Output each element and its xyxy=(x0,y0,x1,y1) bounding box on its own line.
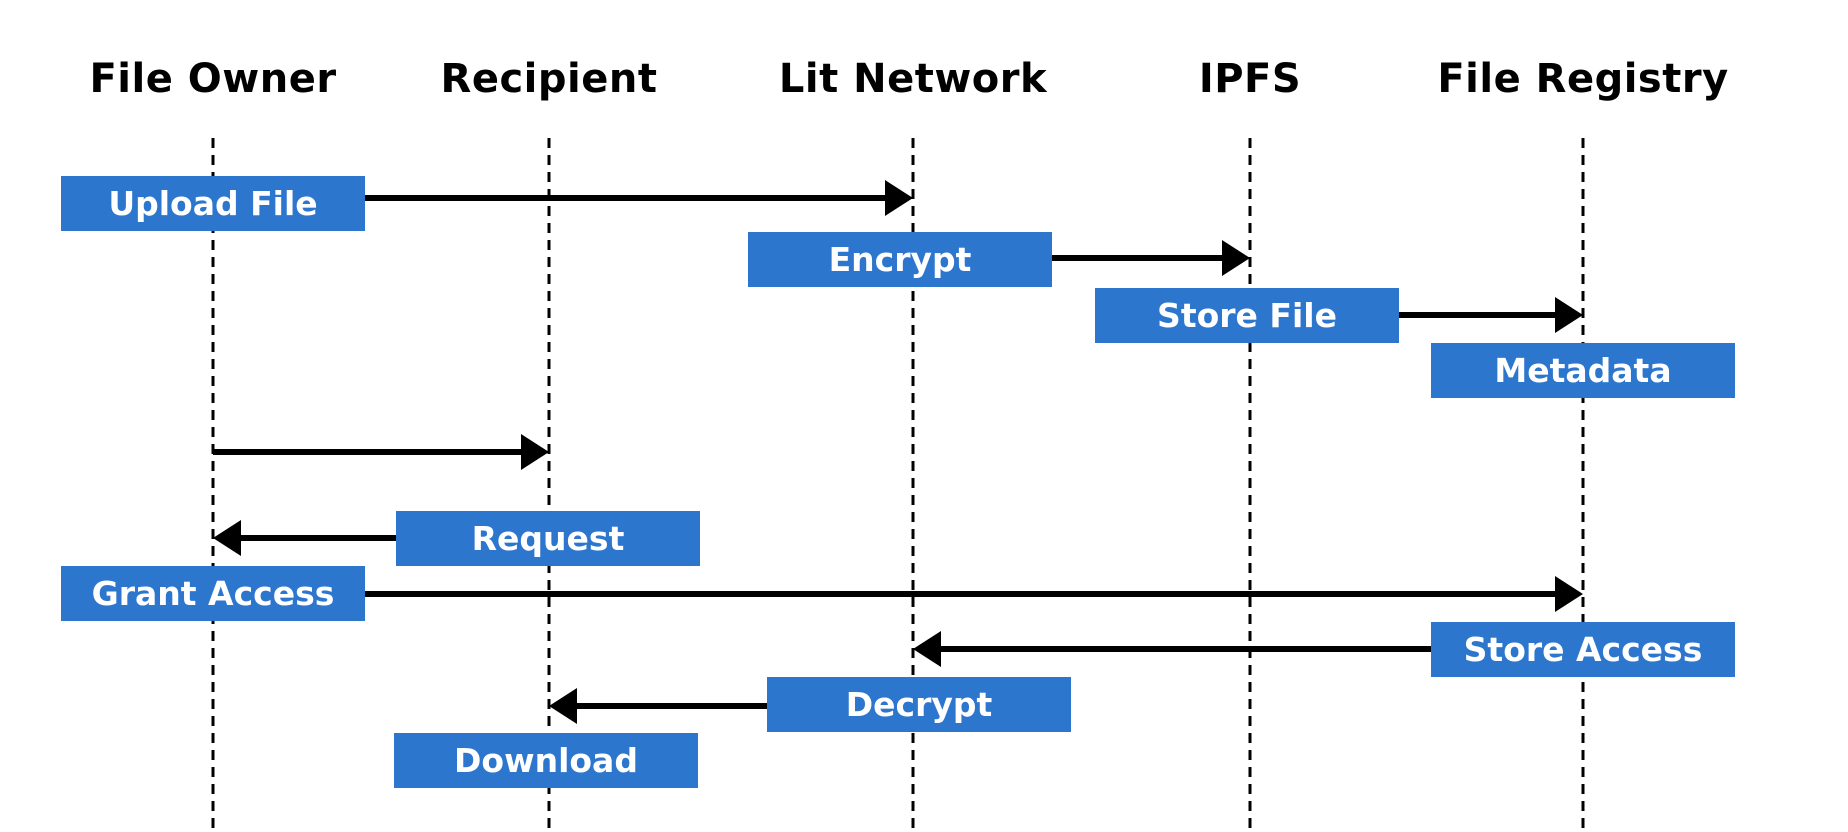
step-upload-file: Upload File xyxy=(61,176,365,231)
arrowhead-left-icon xyxy=(213,520,241,556)
step-decrypt: Decrypt xyxy=(767,677,1071,732)
arrowhead-left-icon xyxy=(913,631,941,667)
arrowhead-right-icon xyxy=(1555,576,1583,612)
step-grant-access: Grant Access xyxy=(61,566,365,621)
step-store-file: Store File xyxy=(1095,288,1399,343)
step-store-access: Store Access xyxy=(1431,622,1735,677)
sequence-diagram: File Owner Recipient Lit Network IPFS Fi… xyxy=(0,0,1848,832)
step-request: Request xyxy=(396,511,700,566)
arrowhead-right-icon xyxy=(885,180,913,216)
arrowhead-right-icon xyxy=(1222,240,1250,276)
step-encrypt: Encrypt xyxy=(748,232,1052,287)
step-metadata: Metadata xyxy=(1431,343,1735,398)
arrowhead-right-icon xyxy=(521,434,549,470)
step-download: Download xyxy=(394,733,698,788)
arrowhead-left-icon xyxy=(549,688,577,724)
arrowhead-right-icon xyxy=(1555,297,1583,333)
